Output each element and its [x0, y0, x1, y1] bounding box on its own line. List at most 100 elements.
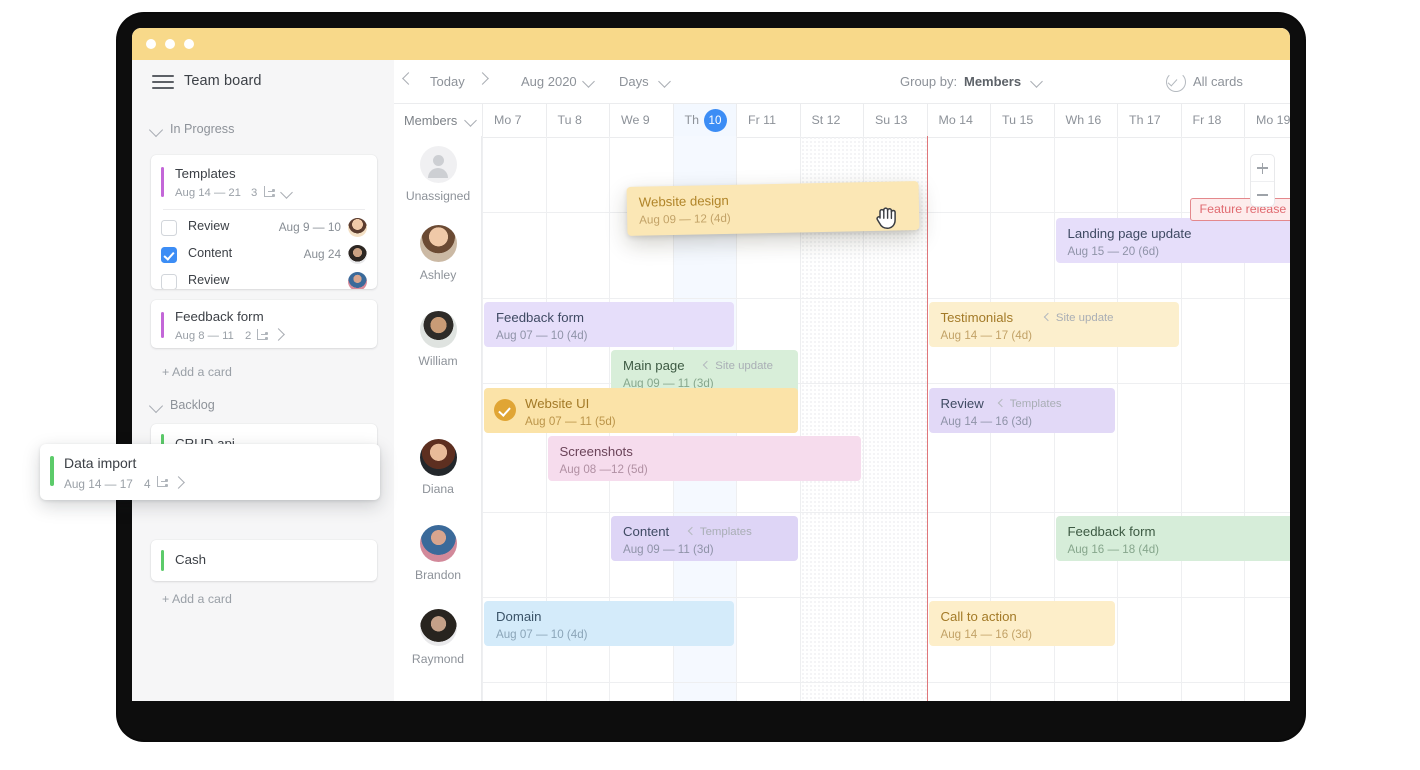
sidebar-card-cash[interactable]: Cash: [151, 540, 377, 581]
checkbox[interactable]: [161, 247, 177, 263]
add-card-in-progress[interactable]: + Add a card: [162, 365, 232, 379]
day-header-tu-15[interactable]: Tu 15: [990, 104, 1054, 137]
app-window: Team board In Progress Templates Aug 14 …: [132, 28, 1290, 701]
bar-date: Aug 14 — 16 (3d): [941, 628, 1033, 641]
today-button[interactable]: Today: [430, 74, 465, 89]
member-name: William: [394, 354, 482, 368]
day-header-tu-8[interactable]: Tu 8: [546, 104, 610, 137]
member-name: Ashley: [394, 268, 482, 282]
task-bar-review[interactable]: ReviewAug 14 — 16 (3d)Templates: [929, 388, 1116, 433]
task-bar-feedback-form[interactable]: Feedback formAug 16 — 18 (4d): [1056, 516, 1291, 561]
member-row-brandon[interactable]: Brandon: [394, 525, 482, 582]
window-maximize-dot[interactable]: [184, 39, 194, 49]
member-row-diana[interactable]: Diana: [394, 439, 482, 496]
scale-selector[interactable]: Days: [619, 74, 649, 89]
checklist-date: Aug 9 — 10: [251, 220, 341, 234]
chevron-down-icon: [149, 123, 163, 137]
day-header-th-17[interactable]: Th 17: [1117, 104, 1181, 137]
members-column-header[interactable]: Members: [394, 104, 482, 137]
task-bar-content[interactable]: ContentAug 09 — 11 (3d)Templates: [611, 516, 798, 561]
day-label: Mo 19: [1256, 113, 1290, 127]
task-done-check-icon[interactable]: [494, 399, 516, 421]
month-selector[interactable]: Aug 2020: [521, 74, 577, 89]
task-bar-feedback-form[interactable]: Feedback formAug 07 — 10 (4d): [484, 302, 734, 347]
day-header-fr-11[interactable]: Fr 11: [736, 104, 800, 137]
bar-title: Call to action: [941, 609, 1017, 624]
day-header-we-9[interactable]: We 9: [609, 104, 673, 137]
row-divider: [482, 298, 1290, 299]
checklist-item[interactable]: Review: [151, 269, 377, 289]
milestone-line: [927, 136, 928, 701]
card-title: Data import: [64, 455, 136, 471]
day-label: Wh 16: [1066, 113, 1102, 127]
member-row-unassigned[interactable]: Unassigned: [394, 146, 482, 203]
bar-parent-link[interactable]: Site update: [1045, 312, 1114, 324]
task-bar-landing-page-update[interactable]: Landing page updateAug 15 — 20 (6d): [1056, 218, 1291, 263]
row-divider: [482, 512, 1290, 513]
chevron-down-icon[interactable]: [1030, 75, 1043, 88]
window-minimize-dot[interactable]: [165, 39, 175, 49]
sidebar-card-feedback-form[interactable]: Feedback form Aug 8 — 11 2: [151, 300, 377, 348]
add-card-backlog[interactable]: + Add a card: [162, 592, 232, 606]
sidebar-group-in-progress[interactable]: In Progress: [132, 121, 394, 141]
day-header-wh-16[interactable]: Wh 16: [1054, 104, 1118, 137]
day-header-th[interactable]: Th10: [673, 104, 737, 137]
chevron-down-icon[interactable]: [582, 75, 595, 88]
bar-parent-label: Templates: [700, 526, 752, 538]
hamburger-icon[interactable]: [152, 75, 174, 89]
day-label: Su 13: [875, 113, 907, 127]
avatar: [348, 245, 367, 264]
day-label: Tu 15: [1002, 113, 1033, 127]
day-header-st-12[interactable]: St 12: [800, 104, 864, 137]
board-title: Team board: [184, 73, 262, 89]
chevron-down-icon[interactable]: [464, 114, 477, 127]
next-period-button[interactable]: [476, 72, 489, 85]
member-name: Unassigned: [394, 189, 482, 203]
task-bar-screenshots[interactable]: ScreenshotsAug 08 —12 (5d): [548, 436, 862, 481]
window-close-dot[interactable]: [146, 39, 156, 49]
checkbox[interactable]: [161, 274, 177, 289]
member-row-william[interactable]: William: [394, 311, 482, 368]
task-bar-call-to-action[interactable]: Call to action Aug 14 — 16 (3d): [929, 601, 1116, 646]
day-header-mo-14[interactable]: Mo 14: [927, 104, 991, 137]
card-subtask-count: 3: [251, 187, 257, 199]
chevron-down-icon[interactable]: [658, 75, 671, 88]
group-by-value[interactable]: Members: [964, 74, 1021, 89]
day-header-su-13[interactable]: Su 13: [863, 104, 927, 137]
task-bar-testimonials[interactable]: TestimonialsAug 14 — 17 (4d)Site update: [929, 302, 1179, 347]
dragged-card-data-import[interactable]: Data import Aug 14 — 17 4: [40, 444, 380, 500]
day-header-mo-19[interactable]: Mo 19: [1244, 104, 1290, 137]
checklist-item[interactable]: Review Aug 9 — 10: [151, 215, 377, 242]
day-label: Mo 14: [939, 113, 973, 127]
day-header-fr-18[interactable]: Fr 18: [1181, 104, 1245, 137]
zoom-control: [1250, 154, 1275, 207]
all-cards-button[interactable]: All cards: [1193, 74, 1243, 89]
day-label: We 9: [621, 113, 650, 127]
checklist-item[interactable]: Content Aug 24: [151, 242, 377, 269]
bar-parent-link[interactable]: Templates: [689, 526, 752, 538]
minus-icon: [1257, 194, 1268, 196]
checklist-label: Review: [188, 219, 229, 233]
sidebar-group-backlog[interactable]: Backlog: [132, 397, 394, 417]
prev-period-button[interactable]: [402, 72, 415, 85]
checklist-date: Aug 24: [251, 247, 341, 261]
bar-parent-link[interactable]: Templates: [999, 398, 1062, 410]
bar-parent-link[interactable]: Site update: [704, 360, 773, 372]
task-bar-domain[interactable]: DomainAug 07 — 10 (4d): [484, 601, 734, 646]
day-label: Th: [685, 113, 699, 127]
bar-date: Aug 07 — 10 (4d): [496, 329, 588, 342]
bar-parent-label: Templates: [1010, 398, 1062, 410]
zoom-in-button[interactable]: [1251, 155, 1274, 181]
sidebar-card-templates[interactable]: Templates Aug 14 — 21 3 Review Aug 9 — 1…: [151, 155, 377, 289]
checkbox[interactable]: [161, 220, 177, 236]
day-header-mo-7[interactable]: Mo 7: [482, 104, 546, 137]
task-bar-website-ui[interactable]: Website UIAug 07 — 11 (5d): [484, 388, 798, 433]
member-row-raymond[interactable]: Raymond: [394, 609, 482, 666]
card-expand-chevron-icon[interactable]: [172, 476, 185, 489]
card-subtask-count: 2: [245, 330, 251, 342]
zoom-out-button[interactable]: [1251, 181, 1274, 208]
card-expand-chevron-icon[interactable]: [280, 186, 293, 199]
card-expand-chevron-icon[interactable]: [272, 328, 285, 341]
member-row-ashley[interactable]: Ashley: [394, 225, 482, 282]
chevron-down-icon: [149, 399, 163, 413]
